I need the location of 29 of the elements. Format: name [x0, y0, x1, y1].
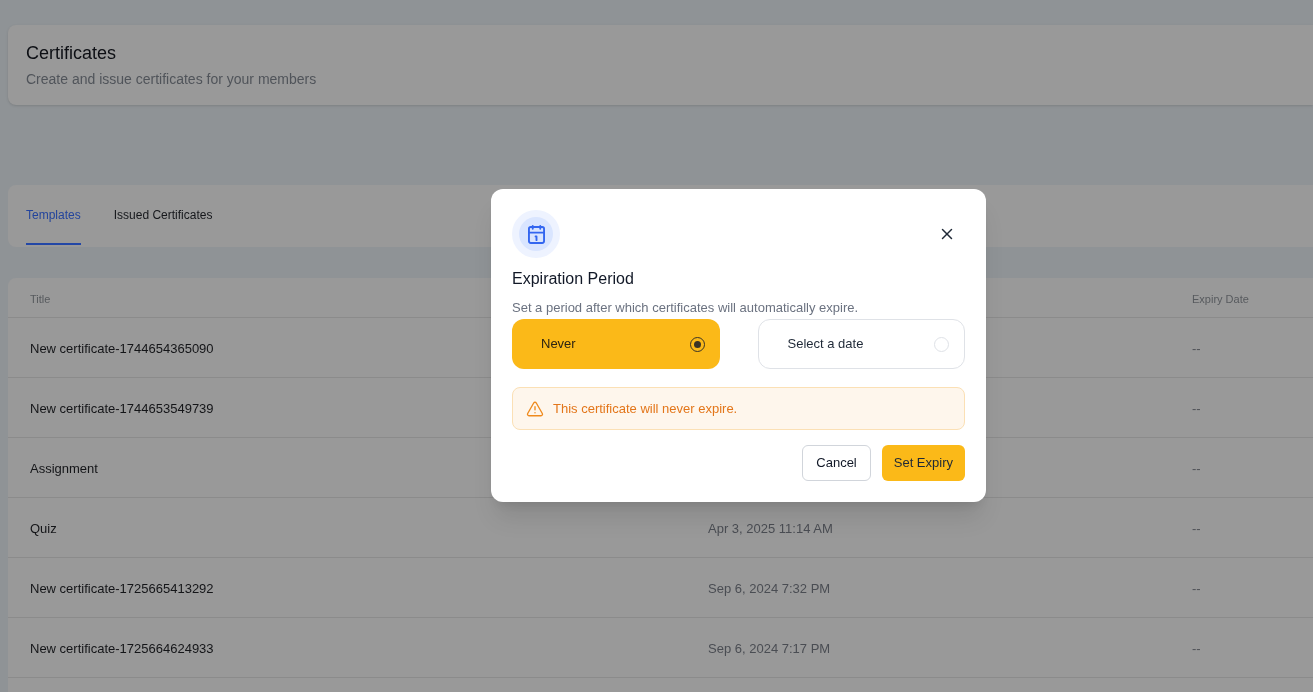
- table-cell: Apr 3, 2025 11:14 AM: [708, 520, 833, 536]
- calendar-icon: [512, 210, 560, 258]
- tab[interactable]: Issued Certificates: [113, 185, 213, 245]
- alert-text: This certificate will never expire.: [553, 399, 738, 418]
- expiry-option[interactable]: Never: [512, 319, 720, 369]
- table-cell: Quiz: [30, 520, 57, 536]
- set-expiry-button[interactable]: Set Expiry: [881, 445, 965, 481]
- table-cell: --: [1192, 520, 1201, 536]
- table-cell: --: [1192, 580, 1201, 596]
- table-cell: --: [1192, 400, 1201, 416]
- table-cell: --: [1192, 340, 1201, 356]
- table-cell: New certificate-1725664624933: [30, 640, 214, 656]
- table-cell: New certificate-1744654365090: [30, 340, 214, 356]
- table-cell: Sep 6, 2024 7:17 PM: [708, 640, 831, 656]
- warning-icon: [526, 399, 544, 418]
- table-cell: --: [1192, 640, 1201, 656]
- expiry-option[interactable]: Select a date: [757, 319, 965, 369]
- table-cell: Sep 6, 2024 7:32 PM: [708, 580, 831, 596]
- page-subtitle: Create and issue certificates for your members: [26, 70, 317, 89]
- table-cell: New certificate-1744653549739: [30, 400, 214, 416]
- column-header: Title: [30, 292, 51, 305]
- dialog-description: Set a period after which certificates will automatically expire.: [512, 299, 859, 317]
- table-cell: --: [1192, 460, 1201, 476]
- page-title: Certificates: [26, 42, 117, 65]
- column-header: Expiry Date: [1192, 292, 1249, 305]
- table-cell: New certificate-1725665413292: [30, 580, 214, 596]
- cancel-button[interactable]: Cancel: [802, 445, 871, 481]
- table-cell: Assignment: [30, 460, 98, 476]
- dialog-title: Expiration Period: [512, 269, 634, 289]
